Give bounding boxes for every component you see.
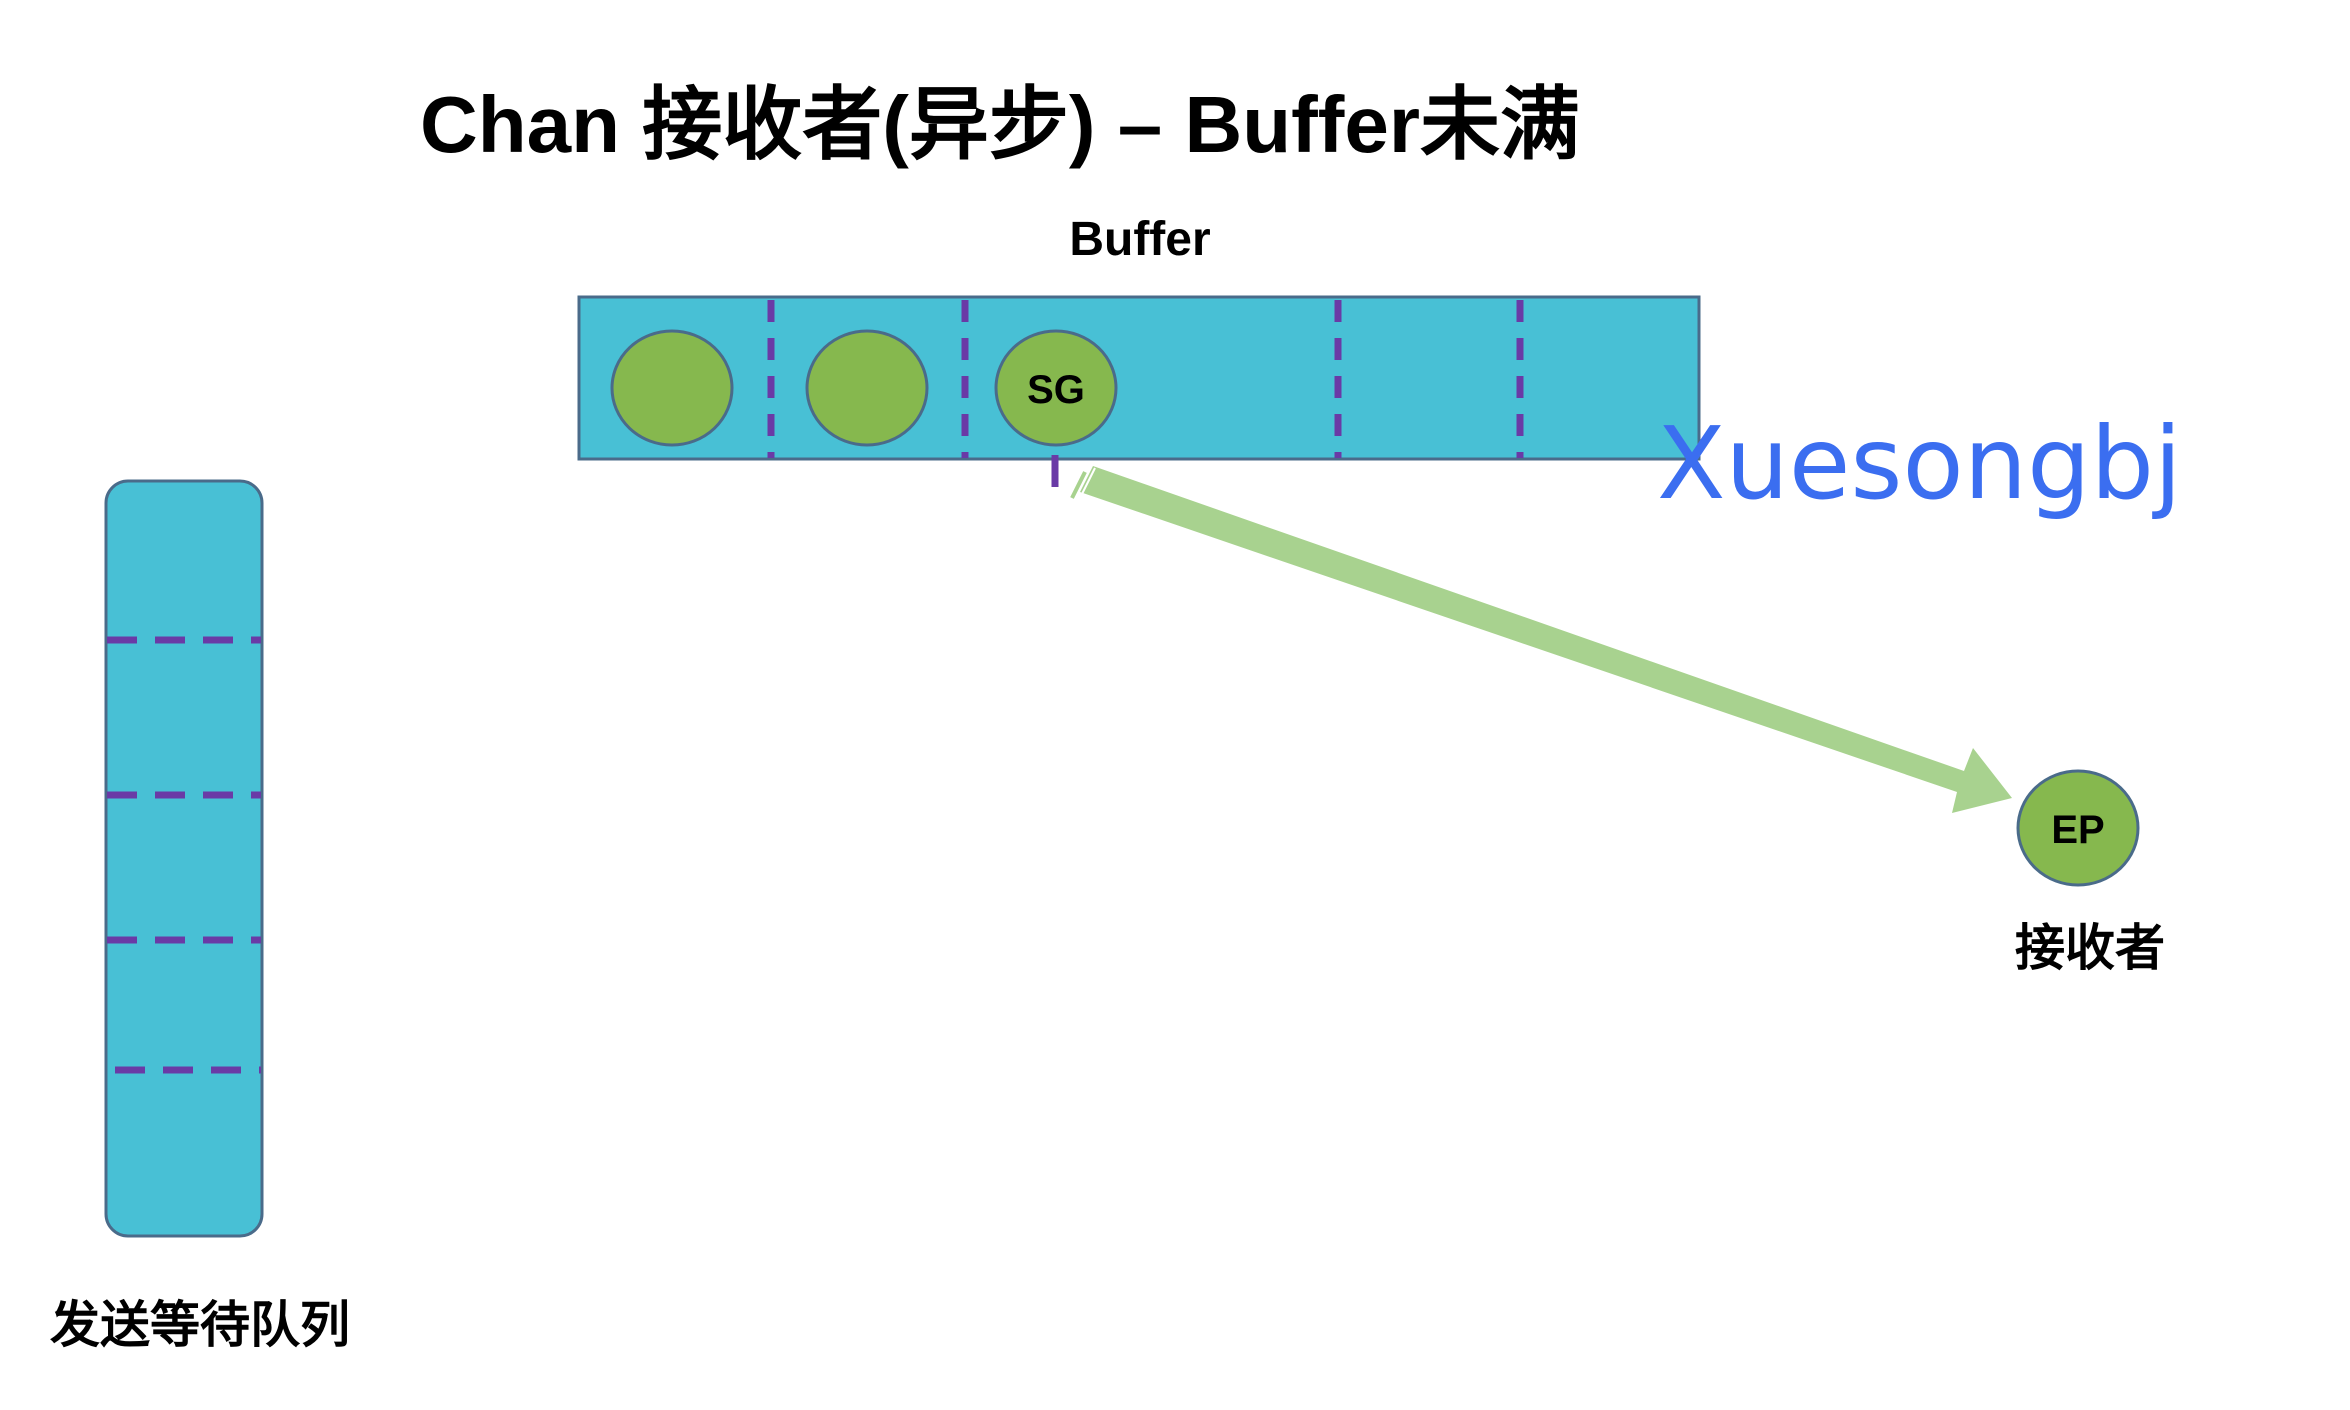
buffer-item <box>805 329 929 447</box>
diagram-stage: Chan 接收者(异步) – Buffer未满 Buffer SG EP Xue… <box>0 0 2350 1410</box>
watermark: Xuesongbj <box>1657 405 2182 522</box>
send-queue-caption: 发送等待队列 <box>50 1297 350 1353</box>
buffer-item <box>610 329 734 447</box>
buffer-bar <box>577 295 1701 461</box>
receiver-node-label: EP <box>2051 808 2104 852</box>
buffer-item-sg-label: SG <box>1027 368 1085 412</box>
send-queue-bar <box>104 479 264 1238</box>
receiver-caption: 接收者 <box>2015 920 2165 976</box>
diagram-canvas: SG EP <box>104 295 2140 1238</box>
